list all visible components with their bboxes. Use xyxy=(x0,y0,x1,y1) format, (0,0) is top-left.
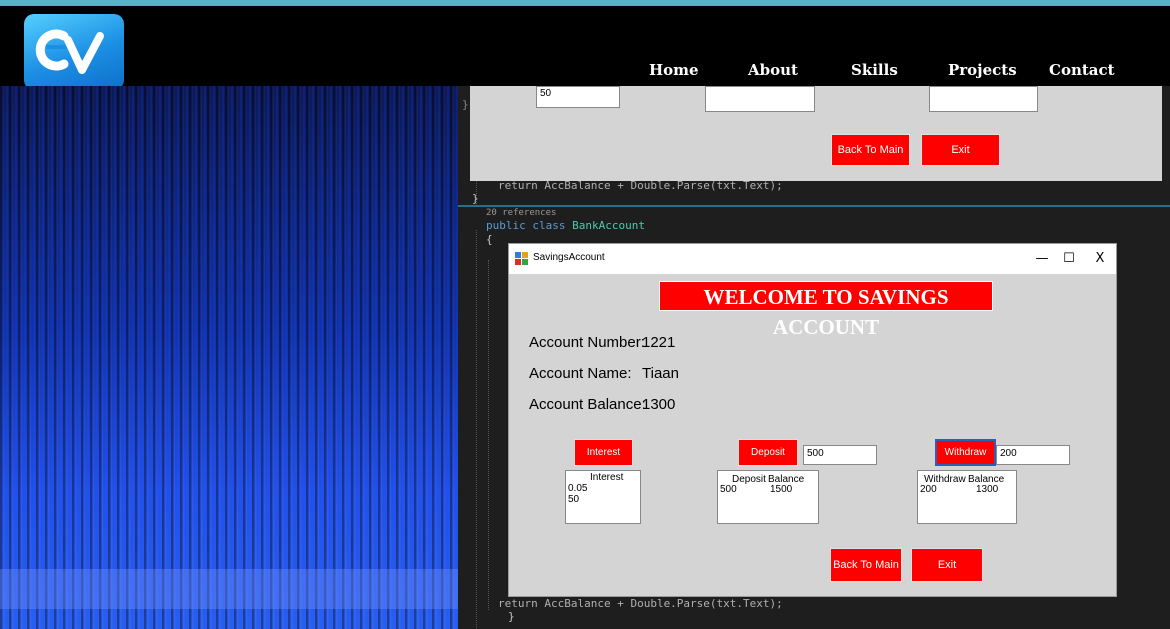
window-titlebar[interactable]: SavingsAccount — ☐ X xyxy=(509,244,1116,274)
site-navbar: Home About Skills Projects Contact xyxy=(0,6,1170,90)
code-brace: } xyxy=(462,98,469,111)
account-balance-value: 1300 xyxy=(642,396,676,413)
withdraw-list-item: 200 xyxy=(920,484,937,495)
nav-skills[interactable]: Skills xyxy=(851,61,898,79)
editor-divider xyxy=(458,205,1170,207)
indent-guide xyxy=(476,230,477,629)
withdraw-list-item: 1300 xyxy=(976,484,999,495)
maximize-icon[interactable]: ☐ xyxy=(1054,248,1084,270)
nav-projects[interactable]: Projects xyxy=(948,61,1017,79)
account-name-row: Account Name: Tiaan xyxy=(529,365,679,382)
account-name-value: Tiaan xyxy=(642,365,679,382)
code-line-return: return AccBalance + Double.Parse(txt.Tex… xyxy=(498,597,783,610)
hero-band xyxy=(0,569,458,609)
nav-contact[interactable]: Contact xyxy=(1049,61,1115,79)
interest-button[interactable]: Interest xyxy=(574,439,633,466)
deposit-input[interactable]: 500 xyxy=(803,445,877,465)
code-brace: { xyxy=(486,233,493,246)
deposit-list-header: Deposit xyxy=(732,474,766,485)
interest-list-item: 50 xyxy=(568,494,580,505)
deposit-list-item: 1500 xyxy=(770,484,793,495)
account-balance-row: Account Balance: 1300 xyxy=(529,396,675,413)
close-icon[interactable]: X xyxy=(1085,248,1115,270)
welcome-banner: WELCOME TO SAVINGS ACCOUNT xyxy=(659,281,993,339)
background-textbox[interactable]: 50 xyxy=(536,86,620,108)
background-textbox[interactable] xyxy=(705,86,815,112)
savings-account-window: SavingsAccount — ☐ X WELCOME TO SAVINGS … xyxy=(508,243,1117,597)
window-title: SavingsAccount xyxy=(533,252,605,263)
window-app-icon xyxy=(515,252,528,265)
code-brace: } xyxy=(508,610,515,623)
withdraw-button[interactable]: Withdraw xyxy=(935,439,996,466)
nav-home[interactable]: Home xyxy=(649,61,699,79)
account-balance-label: Account Balance: xyxy=(529,396,646,413)
interest-list-item: 0.05 xyxy=(568,483,588,494)
code-brace: } xyxy=(472,192,479,205)
hero-background xyxy=(0,86,458,629)
background-back-button[interactable]: Back To Main xyxy=(831,134,910,166)
exit-button[interactable]: Exit xyxy=(911,548,983,582)
code-references: 20 references xyxy=(486,208,557,218)
interest-listbox[interactable]: Interest 0.05 50 xyxy=(565,470,641,524)
withdraw-input[interactable]: 200 xyxy=(996,445,1070,465)
background-exit-button[interactable]: Exit xyxy=(921,134,1000,166)
withdraw-listbox[interactable]: Withdraw Balance 200 1300 xyxy=(917,470,1017,524)
deposit-list-item: 500 xyxy=(720,484,737,495)
interest-list-header: Interest xyxy=(590,472,624,483)
background-form: 50 Back To Main Exit xyxy=(470,86,1162,181)
nav-links: Home About Skills Projects Contact xyxy=(0,61,1170,89)
nav-about[interactable]: About xyxy=(748,61,798,79)
deposit-listbox[interactable]: Deposit Balance 500 1500 xyxy=(717,470,819,524)
minimize-icon[interactable]: — xyxy=(1027,248,1057,270)
account-number-value: 1221 xyxy=(642,334,676,351)
deposit-button[interactable]: Deposit xyxy=(738,439,798,466)
account-number-label: Account Number: xyxy=(529,334,645,351)
account-name-label: Account Name: xyxy=(529,365,632,382)
back-to-main-button[interactable]: Back To Main xyxy=(830,548,902,582)
account-number-row: Account Number: 1221 xyxy=(529,334,675,351)
background-textbox[interactable] xyxy=(929,86,1038,112)
indent-guide xyxy=(488,260,489,610)
code-class-decl: public class BankAccount xyxy=(486,219,645,232)
